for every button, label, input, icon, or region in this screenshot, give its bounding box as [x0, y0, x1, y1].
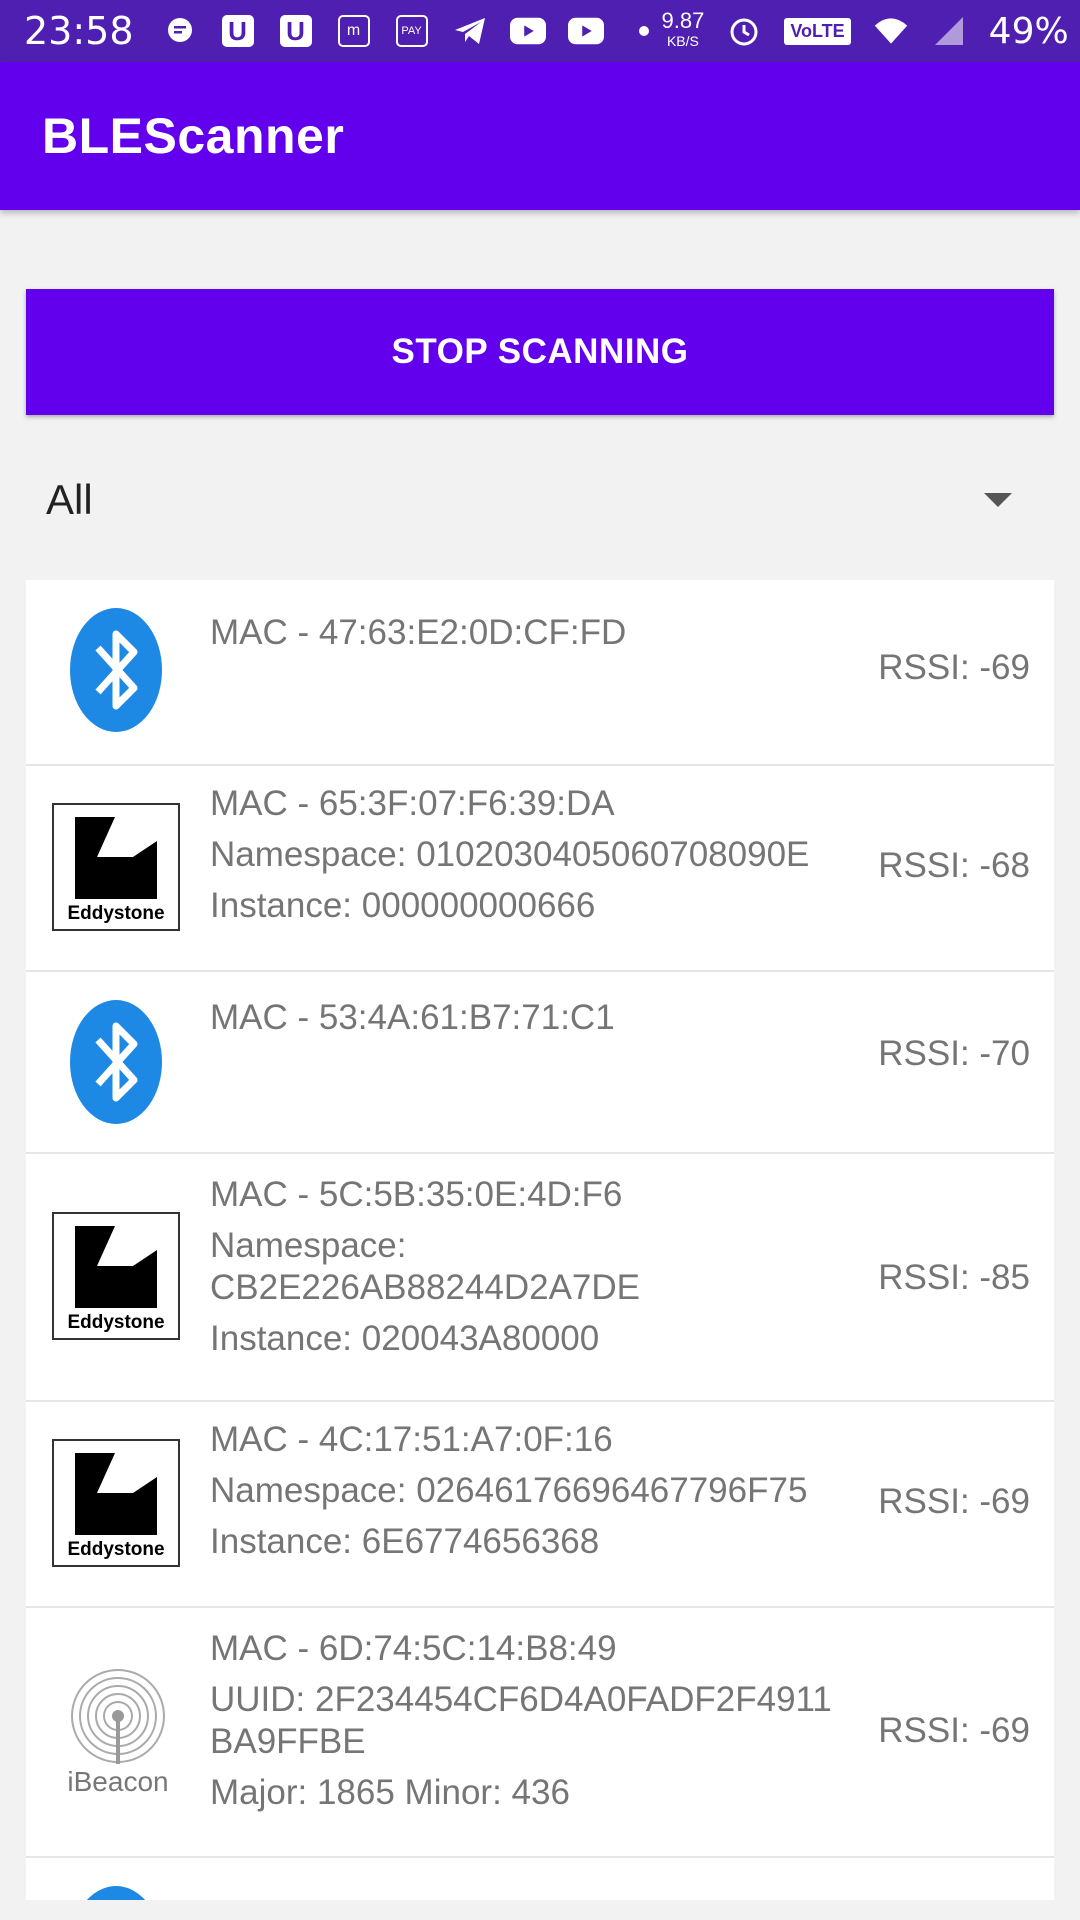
device-info: MAC - 47:63:E2:0D:CF:FD — [210, 607, 900, 658]
device-mac: MAC - 65:3F:07:F6:39:DA — [210, 784, 615, 823]
eddystone-icon: Eddystone — [52, 803, 180, 931]
telegram-icon — [452, 14, 488, 48]
status-bar: 23:58 U U m PAY 9.87 KB/S VoLTE 49% — [0, 0, 1080, 62]
speed-unit: KB/S — [666, 33, 699, 49]
device-card[interactable]: Eddystone MAC - 4C:17:51:A7:0F:16 Namesp… — [26, 1402, 1054, 1608]
bluetooth-icon — [68, 1884, 164, 1900]
device-mac: MAC - 6D:74:5C:14:B8:49 — [210, 1629, 617, 1668]
device-rssi: RSSI: -85 — [878, 1258, 1030, 1297]
device-info: MAC - 53:4A:61:B7:71:C1 — [210, 992, 900, 1043]
device-instance: Instance: 6E6774656368 — [210, 1522, 600, 1561]
device-namespace: Namespace: 02646176696467796F75 — [210, 1471, 808, 1510]
device-card[interactable]: MAC - 47:63:E2:0D:CF:FD RSSI: -69 — [26, 580, 1054, 766]
bluetooth-icon — [68, 998, 164, 1131]
eddystone-icon: Eddystone — [52, 1439, 180, 1567]
device-info: MAC - 65:3F:07:F6:39:DA Namespace: 01020… — [210, 778, 900, 931]
eddystone-label: Eddystone — [67, 903, 165, 924]
youtube-icon — [567, 14, 604, 48]
eddystone-label: Eddystone — [67, 1312, 165, 1333]
speed-value: 9.87 — [661, 8, 705, 33]
device-mac: MAC - 47:63:E2:0D:CF:FD — [210, 613, 627, 652]
device-info: MAC - 4C:17:51:A7:0F:16 Namespace: 02646… — [210, 1414, 900, 1567]
device-info: MAC - 6D:74:5C:14:B8:49 UUID: 2F234454CF… — [210, 1628, 900, 1814]
u-app-icon: U — [278, 14, 314, 48]
filter-dropdown[interactable]: All — [26, 460, 1054, 540]
device-list[interactable]: MAC - 47:63:E2:0D:CF:FD RSSI: -69 Eddyst… — [26, 580, 1054, 1900]
dropdown-arrow-icon — [984, 493, 1012, 507]
device-mac: MAC - 53:4A:61:B7:71:C1 — [210, 998, 615, 1037]
device-card[interactable]: Eddystone MAC - 65:3F:07:F6:39:DA Namesp… — [26, 766, 1054, 972]
network-speed: 9.87 KB/S — [661, 8, 705, 51]
device-rssi: RSSI: -69 — [878, 1482, 1030, 1521]
bluetooth-icon — [68, 606, 164, 739]
status-time: 23:58 — [24, 9, 134, 53]
device-rssi: RSSI: -69 — [878, 1711, 1030, 1750]
device-major-minor: Major: 1865 Minor: 436 — [210, 1773, 570, 1812]
device-uuid-cont: BA9FFBE — [210, 1722, 366, 1761]
device-mac: MAC - 5C:5B:35:0E:4D:F6 — [210, 1175, 623, 1214]
app-title: BLEScanner — [42, 108, 345, 164]
device-card[interactable]: MAC - 53:4A:61:B7:71:C1 RSSI: -70 — [26, 972, 1054, 1154]
m-app-icon: m — [336, 14, 372, 48]
chat-bubble-icon — [162, 14, 198, 48]
dot-icon — [626, 14, 662, 48]
stop-scanning-button[interactable]: STOP SCANNING — [26, 289, 1054, 415]
device-instance: Instance: 020043A80000 — [210, 1319, 600, 1358]
cell-signal-icon — [931, 14, 967, 48]
device-card[interactable]: Eddystone MAC - 5C:5B:35:0E:4D:F6 Namesp… — [26, 1154, 1054, 1402]
device-uuid: UUID: 2F234454CF6D4A0FADF2F4911 — [210, 1680, 832, 1719]
eddystone-icon: Eddystone — [52, 1212, 180, 1340]
device-rssi: RSSI: -68 — [878, 846, 1030, 885]
eddystone-label: Eddystone — [67, 1539, 165, 1560]
wifi-icon — [873, 14, 909, 48]
device-namespace-cont: CB2E226AB88244D2A7DE — [210, 1268, 641, 1307]
device-namespace: Namespace: 0102030405060708090E — [210, 835, 810, 874]
device-card[interactable]: iBeacon MAC - 6D:74:5C:14:B8:49 UUID: 2F… — [26, 1608, 1054, 1858]
device-rssi: RSSI: -70 — [878, 1034, 1030, 1073]
device-namespace: Namespace: — [210, 1226, 407, 1265]
device-instance: Instance: 000000000666 — [210, 886, 596, 925]
device-info: MAC - 5C:5B:35:0E:4D:F6 Namespace: CB2E2… — [210, 1174, 900, 1360]
device-rssi: RSSI: -69 — [878, 648, 1030, 687]
system-icons: 9.87 KB/S VoLTE 49% — [661, 8, 1069, 52]
alarm-icon — [726, 14, 762, 48]
notification-icons: U U m PAY — [162, 14, 662, 48]
volte-badge: VoLTE — [784, 17, 851, 45]
filter-selected-value: All — [46, 476, 93, 523]
payzapp-icon: PAY — [394, 14, 430, 48]
battery-level: 49% — [988, 10, 1069, 52]
ibeacon-label: iBeacon — [67, 1766, 169, 1797]
ibeacon-icon: iBeacon — [62, 1666, 174, 1798]
device-card-partial[interactable] — [26, 1858, 1054, 1900]
u-app-icon: U — [220, 14, 256, 48]
youtube-icon — [509, 14, 546, 48]
app-bar: BLEScanner — [0, 62, 1080, 210]
device-mac: MAC - 4C:17:51:A7:0F:16 — [210, 1420, 613, 1459]
